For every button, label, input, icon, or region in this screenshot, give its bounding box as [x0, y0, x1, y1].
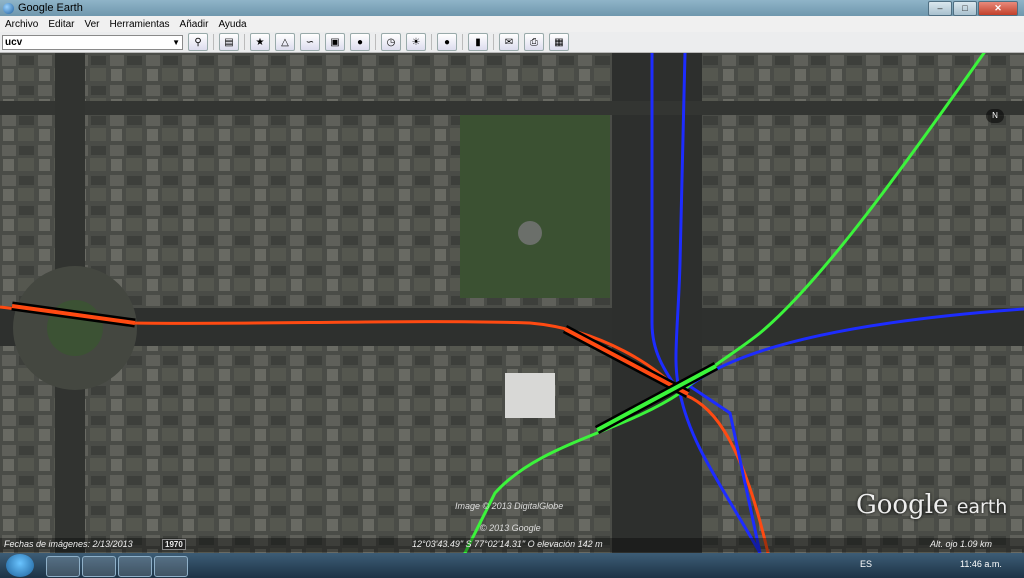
logo-earth-text: earth [956, 496, 1008, 518]
eye-altitude: Alt. ojo 1.09 km [930, 539, 993, 549]
start-button[interactable] [6, 554, 34, 577]
search-icon[interactable]: ⚲ [188, 33, 208, 51]
toolbar-separator [244, 34, 245, 50]
plaza-building [505, 373, 555, 418]
menu-anadir[interactable]: Añadir [175, 19, 214, 30]
ruler-icon[interactable]: ▮ [468, 33, 488, 51]
google-credit: © 2013 Google [480, 523, 541, 533]
logo-google-text: Google [856, 490, 949, 520]
toolbar-separator [493, 34, 494, 50]
imagery-date: Fechas de imágenes: 2/13/2013 [4, 539, 133, 549]
email-icon[interactable]: ✉ [499, 33, 519, 51]
toolbar-separator [431, 34, 432, 50]
historical-year-button[interactable]: 1970 [162, 539, 186, 550]
google-earth-logo: Google earth [856, 490, 1007, 520]
tour-icon[interactable]: ● [350, 33, 370, 51]
upper-street [0, 101, 1024, 115]
park-fountain [518, 221, 542, 245]
windows-taskbar: ES 11:46 a.m. [0, 553, 1024, 578]
save-image-icon[interactable]: ▦ [549, 33, 569, 51]
menu-bar: Archivo Editar Ver Herramientas Añadir A… [0, 16, 1024, 32]
minimize-button[interactable]: – [928, 1, 952, 16]
compass-icon[interactable]: N [986, 109, 1004, 123]
satellite-map[interactable] [0, 53, 1024, 553]
toolbar-separator [213, 34, 214, 50]
taskbar-google-earth-icon[interactable] [82, 556, 116, 577]
status-bar: Fechas de imágenes: 2/13/2013 1970 12°03… [0, 538, 1024, 552]
overlay-icon[interactable]: ▣ [325, 33, 345, 51]
window-title: Google Earth [18, 2, 83, 14]
google-earth-icon [3, 2, 14, 14]
sidebar-icon[interactable]: ▤ [219, 33, 239, 51]
taskbar-window-icon[interactable] [118, 556, 152, 577]
taskbar-explorer-icon[interactable] [46, 556, 80, 577]
sunlight-icon[interactable]: ☀ [406, 33, 426, 51]
historical-imagery-icon[interactable]: ◷ [381, 33, 401, 51]
planets-icon[interactable]: ● [437, 33, 457, 51]
maximize-button[interactable]: □ [953, 1, 977, 16]
search-input[interactable]: ucv ▼ [2, 34, 183, 50]
map-view[interactable]: N Image © 2013 DigitalGlobe © 2013 Googl… [0, 53, 1024, 553]
coordinates-readout: 12°03'43.49" S 77°02'14.31" O elevación … [412, 539, 603, 549]
print-icon[interactable]: ⎙ [524, 33, 544, 51]
menu-archivo[interactable]: Archivo [0, 19, 43, 30]
chevron-down-icon[interactable]: ▼ [172, 38, 180, 47]
polygon-icon[interactable]: △ [275, 33, 295, 51]
language-indicator[interactable]: ES [860, 559, 872, 569]
clock[interactable]: 11:46 a.m. [960, 559, 1002, 569]
close-button[interactable]: ✕ [978, 1, 1018, 16]
menu-editar[interactable]: Editar [43, 19, 79, 30]
title-bar: Google Earth – □ ✕ [0, 0, 1024, 16]
system-tray: ES 11:46 a.m. [860, 553, 1024, 578]
menu-ver[interactable]: Ver [79, 19, 104, 30]
toolbar: ucv ▼ ⚲ ▤ ★ △ ∽ ▣ ● ◷ ☀ ● ▮ ✉ ⎙ ▦ [0, 32, 1024, 53]
north-south-avenue [612, 53, 702, 553]
imagery-credit: Image © 2013 DigitalGlobe [455, 501, 564, 511]
taskbar-ie-icon[interactable] [154, 556, 188, 577]
menu-herramientas[interactable]: Herramientas [105, 19, 175, 30]
search-value: ucv [5, 36, 23, 48]
park [460, 113, 610, 298]
toolbar-separator [375, 34, 376, 50]
placemark-icon[interactable]: ★ [250, 33, 270, 51]
menu-ayuda[interactable]: Ayuda [213, 19, 251, 30]
toolbar-separator [462, 34, 463, 50]
path-icon[interactable]: ∽ [300, 33, 320, 51]
